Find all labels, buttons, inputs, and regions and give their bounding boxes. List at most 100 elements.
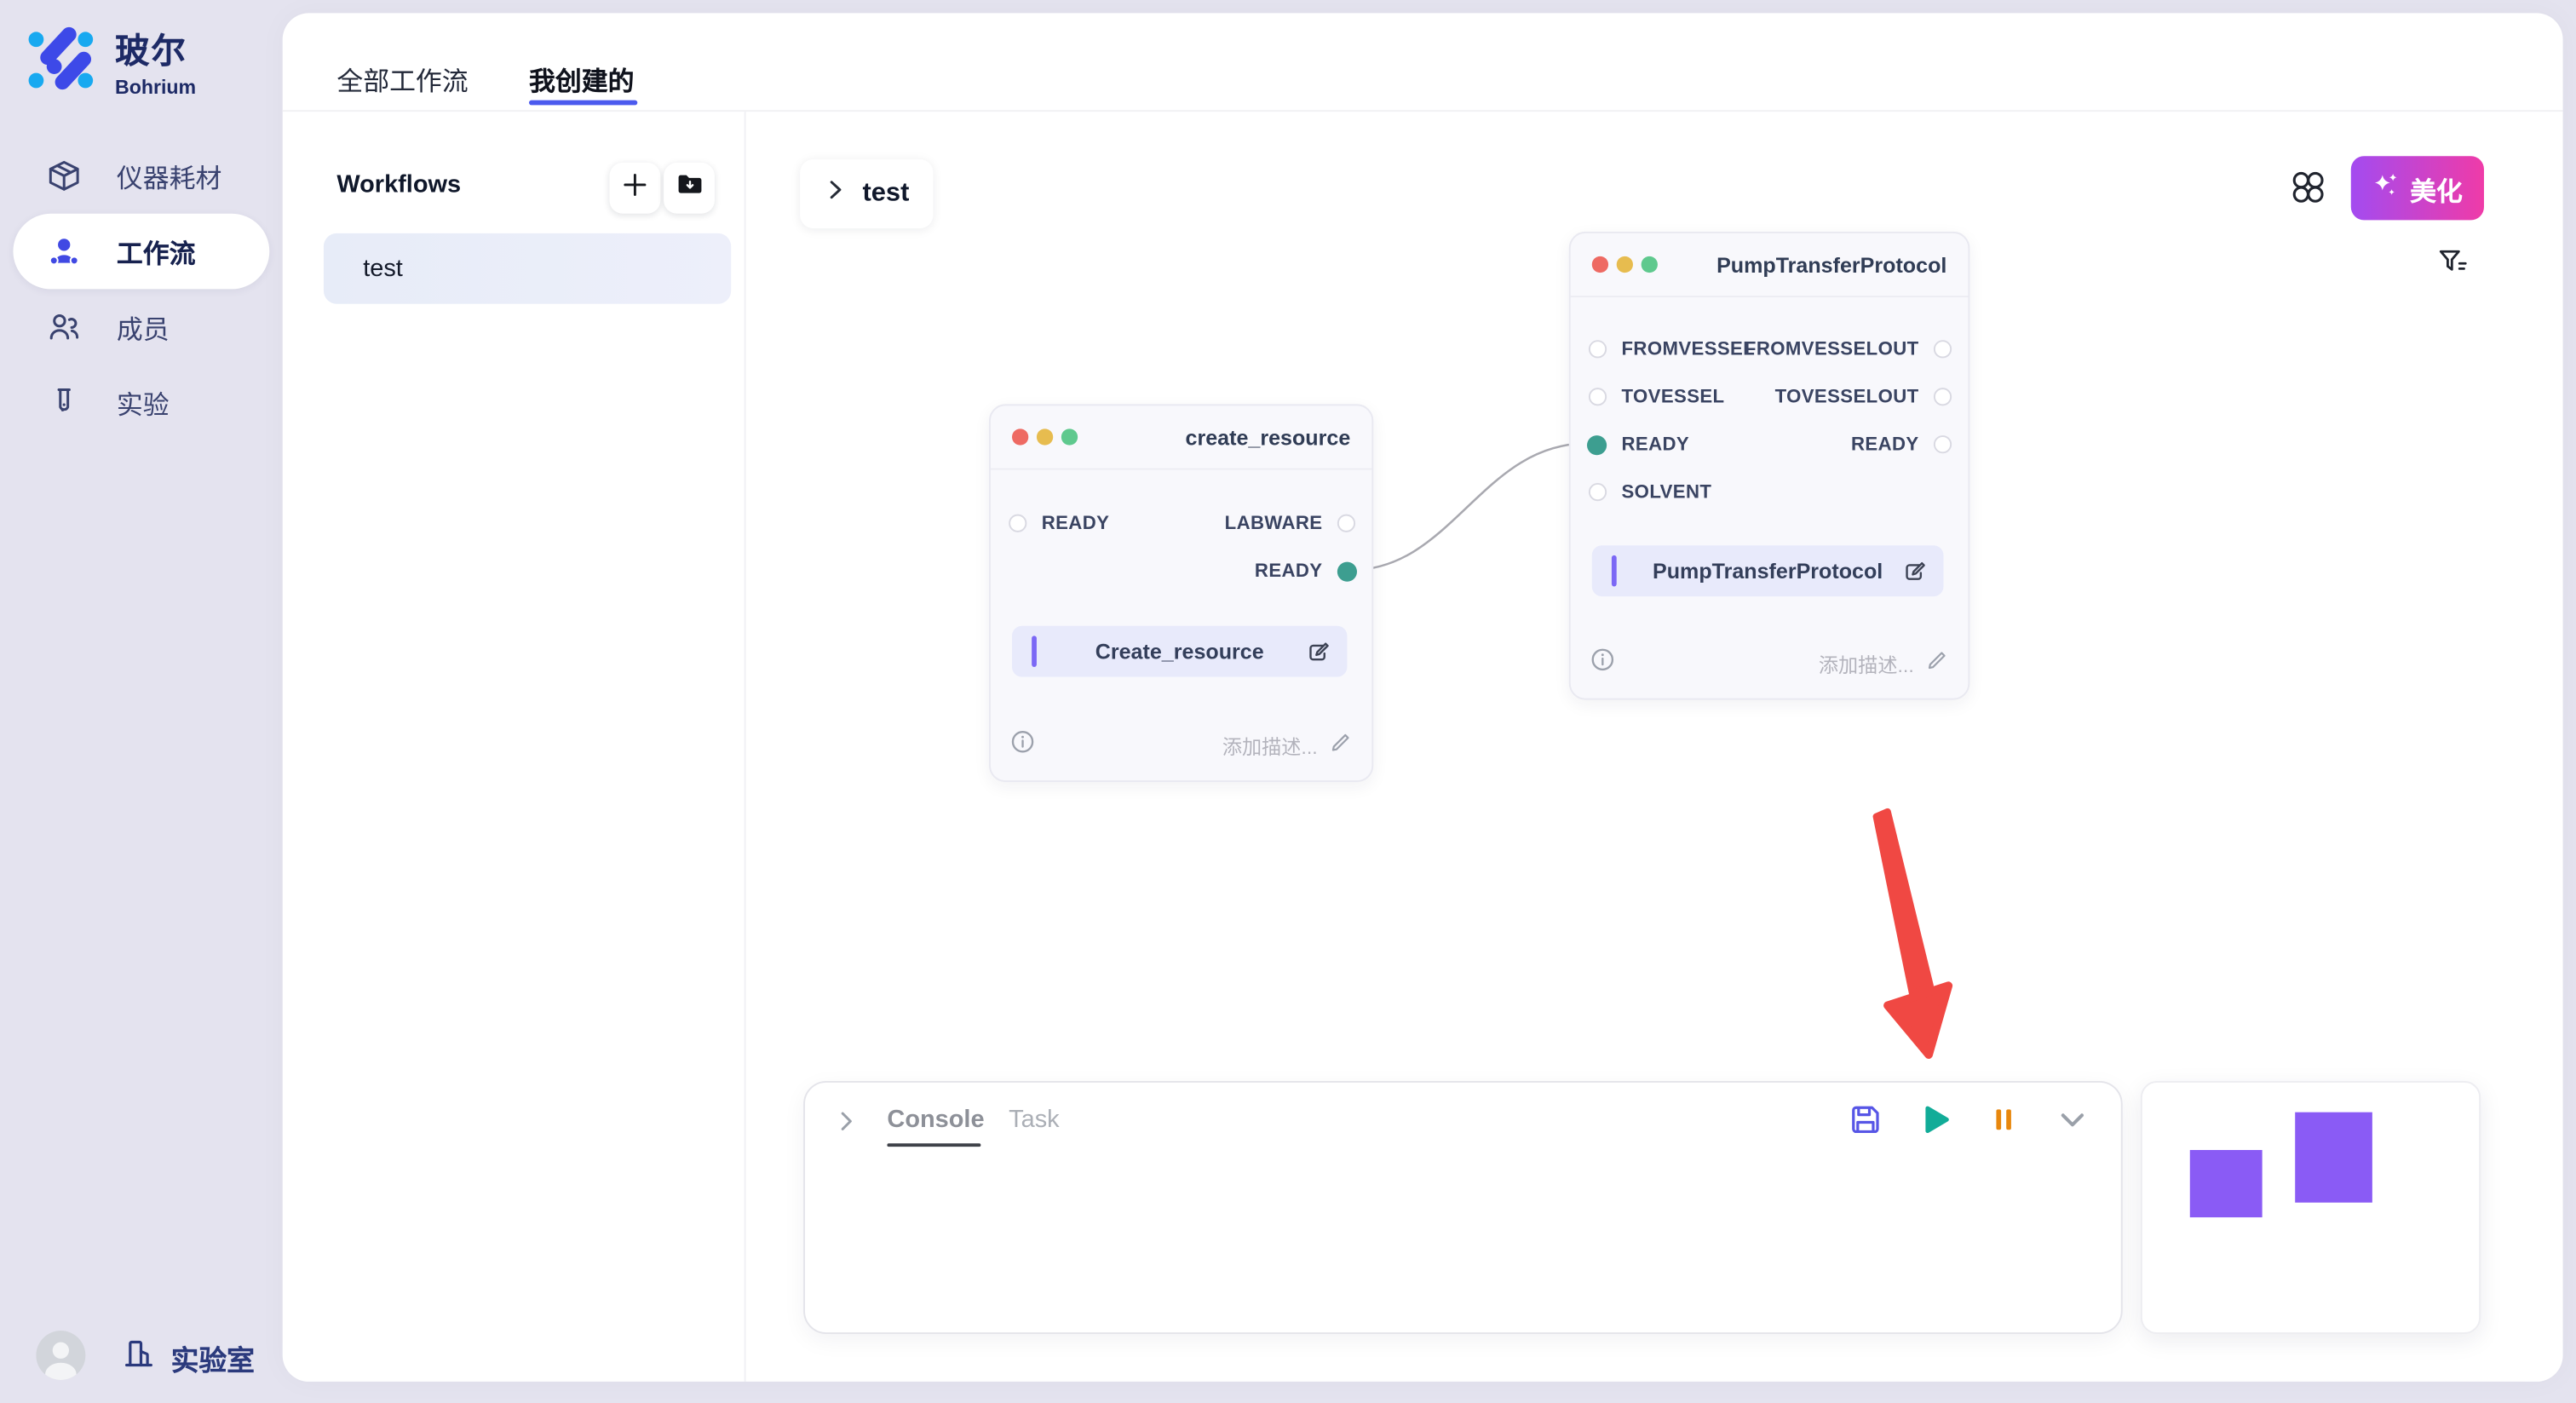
port-label: READY — [1851, 434, 1919, 457]
input-port-tovessel[interactable] — [1589, 388, 1607, 405]
canvas-breadcrumb[interactable]: test — [800, 159, 933, 228]
traffic-light-green[interactable] — [1642, 256, 1658, 273]
funnel-filter-icon — [2436, 256, 2470, 285]
brand-name-cn: 玻尔 — [115, 25, 196, 74]
bohrium-logo-icon — [23, 20, 99, 103]
pill-label: Create_resource — [1095, 639, 1264, 664]
description-placeholder: 添加描述... — [1819, 650, 1914, 678]
folder-download-icon — [675, 170, 704, 207]
sidebar-item-label: 实验 — [117, 382, 170, 422]
traffic-light-yellow[interactable] — [1617, 256, 1633, 273]
pencil-icon — [1925, 648, 1948, 680]
brand-name-en: Bohrium — [115, 76, 196, 99]
sidebar-item-members[interactable]: 成员 — [13, 289, 269, 365]
minimap[interactable] — [2141, 1081, 2481, 1334]
sparkles-icon — [2372, 170, 2401, 206]
workflow-list-item[interactable]: test — [324, 233, 731, 304]
avatar[interactable] — [36, 1331, 85, 1380]
test-tube-icon — [46, 384, 82, 420]
port-label: LABWARE — [1225, 513, 1323, 536]
tab-console[interactable]: Console — [887, 1104, 984, 1137]
output-port-ready[interactable] — [1934, 435, 1952, 453]
port-label: SOLVENT — [1621, 481, 1711, 504]
traffic-lights[interactable] — [1012, 428, 1078, 445]
minimap-node-create-resource — [2190, 1150, 2263, 1217]
chevron-right-icon — [821, 175, 849, 211]
minimap-node-pump-transfer — [2295, 1113, 2372, 1203]
chevron-down-icon[interactable] — [2054, 1101, 2091, 1138]
filter-button[interactable] — [2436, 244, 2470, 278]
sidebar-item-experiments[interactable]: 实验 — [13, 365, 269, 440]
node-header: create_resource — [991, 405, 1371, 469]
brand[interactable]: 玻尔 Bohrium — [23, 20, 196, 103]
traffic-lights[interactable] — [1592, 256, 1658, 273]
input-port-fromvessel[interactable] — [1589, 340, 1607, 358]
node-pump-transfer-protocol[interactable]: PumpTransferProtocol FROMVESSEL TOVESSEL… — [1569, 232, 1970, 700]
console-panel: Console Task — [803, 1081, 2123, 1334]
pencil-icon — [1329, 730, 1352, 762]
node-title: PumpTransferProtocol — [1716, 252, 1946, 277]
input-port-ready[interactable] — [1587, 435, 1607, 455]
description-placeholder: 添加描述... — [1222, 732, 1318, 760]
save-icon[interactable] — [1847, 1101, 1884, 1138]
breadcrumb-label: test — [862, 179, 909, 209]
add-workflow-button[interactable] — [609, 163, 660, 214]
sidebar-item-label: 成员 — [117, 308, 170, 347]
pause-icon[interactable] — [1985, 1101, 2022, 1138]
info-icon[interactable] — [1590, 647, 1615, 681]
tab-task[interactable]: Task — [1009, 1104, 1059, 1137]
app-root: 玻尔 Bohrium 仪器耗材 — [0, 0, 2576, 1403]
port-label: READY — [1042, 513, 1110, 536]
input-port-solvent[interactable] — [1589, 483, 1607, 501]
port-label: FROMVESSELOUT — [1745, 338, 1919, 361]
sidebar-item-workflow[interactable]: 工作流 — [13, 214, 269, 290]
port-label: READY — [1621, 434, 1689, 457]
edit-icon[interactable] — [1900, 559, 1927, 585]
lab-switcher[interactable]: 实验室 — [122, 1336, 255, 1378]
import-folder-button[interactable] — [664, 163, 715, 214]
port-label: TOVESSEL — [1621, 386, 1724, 409]
tab-my-created[interactable]: 我创建的 — [529, 59, 634, 98]
package-icon — [46, 158, 82, 193]
traffic-light-yellow[interactable] — [1037, 428, 1053, 445]
traffic-light-red[interactable] — [1012, 428, 1028, 445]
team-icon — [46, 233, 82, 269]
tab-all-workflows[interactable]: 全部工作流 — [336, 59, 468, 98]
node-footer: 添加描述... — [1590, 651, 1948, 677]
console-tab-underline — [887, 1143, 980, 1147]
output-port-tovesselout[interactable] — [1934, 388, 1952, 405]
info-icon[interactable] — [1010, 729, 1035, 762]
input-port-ready[interactable] — [1009, 515, 1026, 532]
pill-accent-bar — [1032, 635, 1037, 667]
sidebar: 玻尔 Bohrium 仪器耗材 — [0, 0, 283, 1403]
lab-label: 实验室 — [171, 1337, 255, 1377]
command-clover-icon — [2290, 184, 2326, 212]
node-footer: 添加描述... — [1010, 733, 1352, 759]
console-toolbar — [1847, 1101, 2091, 1138]
traffic-light-green[interactable] — [1061, 428, 1078, 445]
building-icon — [122, 1336, 156, 1378]
console-collapse-chevron-icon[interactable] — [831, 1106, 863, 1145]
add-description-field[interactable]: 添加描述... — [1819, 648, 1948, 680]
sidebar-footer: 实验室 — [0, 1331, 283, 1383]
add-description-field[interactable]: 添加描述... — [1222, 730, 1352, 762]
sidebar-item-instruments[interactable]: 仪器耗材 — [13, 138, 269, 214]
sidebar-menu: 仪器耗材 工作流 — [0, 138, 283, 440]
node-title: create_resource — [1186, 425, 1351, 450]
active-tab-underline — [529, 101, 637, 106]
node-header: PumpTransferProtocol — [1571, 233, 1969, 297]
pill-accent-bar — [1612, 555, 1617, 587]
node-function-pill[interactable]: PumpTransferProtocol — [1592, 545, 1944, 596]
node-create-resource[interactable]: create_resource READY LABWARE READY Crea… — [989, 404, 1373, 782]
run-play-icon[interactable] — [1916, 1101, 1953, 1138]
output-port-labware[interactable] — [1337, 515, 1355, 532]
beautify-label: 美化 — [2410, 169, 2463, 208]
output-port-ready[interactable] — [1337, 562, 1357, 582]
members-icon — [46, 309, 82, 345]
traffic-light-red[interactable] — [1592, 256, 1608, 273]
apps-grid-button[interactable] — [2290, 170, 2326, 205]
beautify-button[interactable]: 美化 — [2351, 156, 2484, 220]
edit-icon[interactable] — [1304, 639, 1331, 665]
node-function-pill[interactable]: Create_resource — [1012, 626, 1347, 677]
output-port-fromvesselout[interactable] — [1934, 340, 1952, 358]
